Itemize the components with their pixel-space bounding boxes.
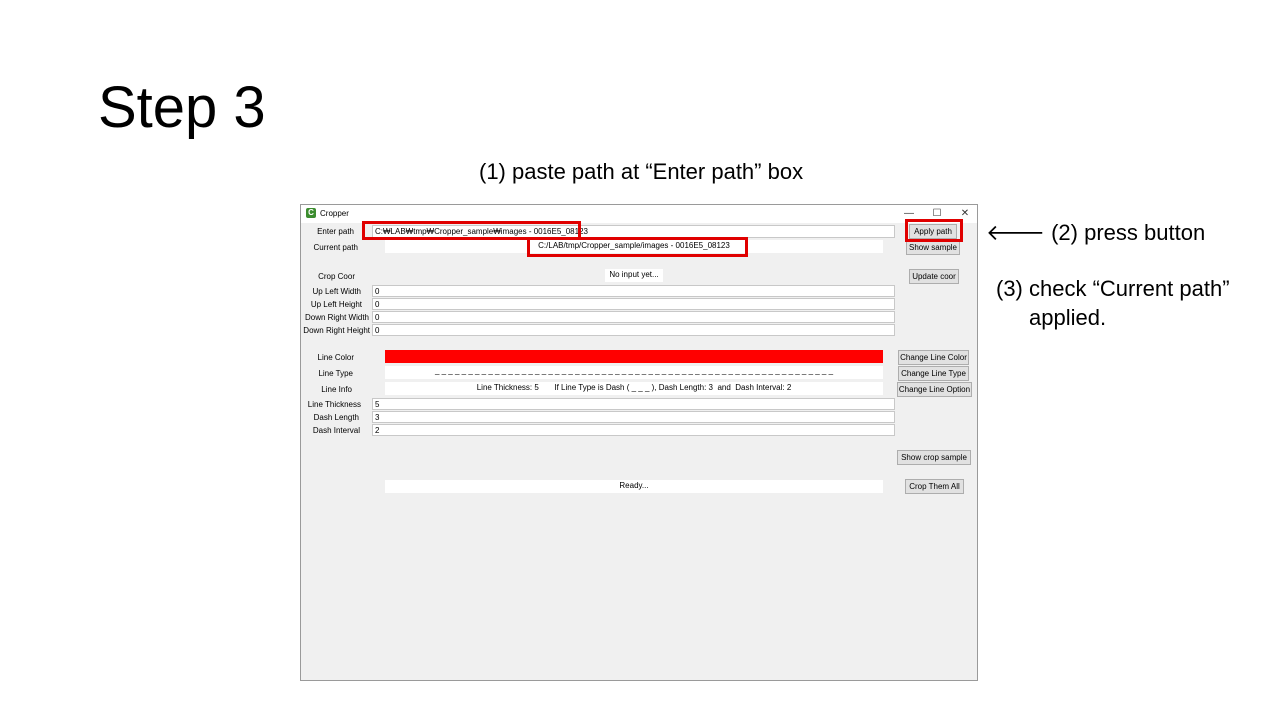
enter-path-label: Enter path bbox=[317, 227, 354, 236]
line-color-swatch bbox=[385, 350, 883, 363]
apply-path-highlight bbox=[905, 219, 963, 242]
annotation-check-current-path: (3) check “Current path” bbox=[996, 276, 1230, 301]
up-left-width-input[interactable]: 0 bbox=[372, 285, 895, 297]
down-right-width-label: Down Right Width bbox=[304, 313, 369, 322]
line-type-display: _ _ _ _ _ _ _ _ _ _ _ _ _ _ _ _ _ _ _ _ … bbox=[385, 366, 883, 379]
dash-length-input[interactable]: 3 bbox=[372, 411, 895, 423]
line-color-label: Line Color bbox=[317, 353, 354, 362]
line-type-label: Line Type bbox=[318, 369, 353, 378]
down-right-height-input[interactable]: 0 bbox=[372, 324, 895, 336]
dash-interval-input[interactable]: 2 bbox=[372, 424, 895, 436]
annotation-press-button: 🡐 (2) press button bbox=[986, 220, 1206, 245]
down-right-width-input[interactable]: 0 bbox=[372, 311, 895, 323]
line-thickness-input[interactable]: 5 bbox=[372, 398, 895, 410]
up-left-height-label: Up Left Height bbox=[310, 300, 362, 309]
annotation-check-current-path-applied: applied. bbox=[1029, 305, 1107, 330]
up-left-height-input[interactable]: 0 bbox=[372, 298, 895, 310]
annotation-paste-path: (1) paste path at “Enter path” box bbox=[479, 159, 804, 184]
show-sample-button[interactable]: Show sample bbox=[906, 240, 960, 255]
line-thickness-label: Line Thickness bbox=[307, 400, 361, 409]
change-line-type-button[interactable]: Change Line Type bbox=[898, 366, 969, 381]
crop-coor-display: No input yet... bbox=[605, 269, 663, 282]
down-right-height-label: Down Right Height bbox=[303, 326, 370, 335]
app-icon: C bbox=[306, 208, 316, 218]
update-coor-button[interactable]: Update coor bbox=[909, 269, 959, 284]
dash-length-label: Dash Length bbox=[313, 413, 359, 422]
current-path-highlight bbox=[527, 237, 748, 257]
crop-them-all-button[interactable]: Crop Them All bbox=[905, 479, 964, 494]
up-left-width-label: Up Left Width bbox=[312, 287, 361, 296]
window-title: Cropper bbox=[320, 209, 349, 218]
line-info-label: Line Info bbox=[321, 385, 352, 394]
change-line-option-button[interactable]: Change Line Option bbox=[897, 382, 972, 397]
current-path-label: Current path bbox=[313, 243, 358, 252]
slide-title: Step 3 bbox=[98, 75, 266, 140]
show-crop-sample-button[interactable]: Show crop sample bbox=[897, 450, 971, 465]
status-display: Ready... bbox=[385, 480, 883, 493]
cropper-window: C Cropper — ☐ ✕ Enter path C:₩LAB₩tmp₩Cr… bbox=[300, 204, 978, 681]
change-line-color-button[interactable]: Change Line Color bbox=[898, 350, 969, 365]
line-info-display: Line Thickness: 5 If Line Type is Dash (… bbox=[385, 382, 883, 395]
crop-coor-label: Crop Coor bbox=[318, 272, 355, 281]
dash-interval-label: Dash Interval bbox=[312, 426, 360, 435]
